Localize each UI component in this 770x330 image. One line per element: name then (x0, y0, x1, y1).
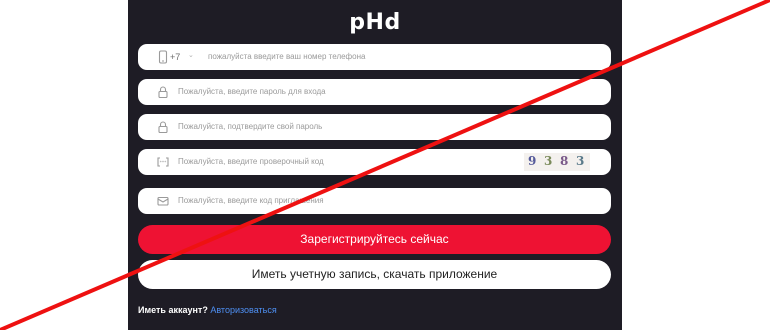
login-link[interactable]: Авторизоваться (210, 305, 276, 315)
code-brackets-icon: *** (156, 155, 170, 169)
phone-input[interactable]: пожалуйста введите ваш номер телефона (208, 44, 365, 70)
invite-code-field[interactable]: Пожалуйста, введите код приглашения (138, 188, 611, 214)
verify-code-input[interactable]: Пожалуйста, введите проверочный код (178, 149, 324, 175)
envelope-icon (156, 194, 170, 208)
captcha-digit: 9 (528, 154, 537, 168)
captcha-digit: 3 (544, 154, 553, 168)
register-panel: pHd +7 ⌄ пожалуйста введите ваш номер те… (128, 0, 622, 330)
verify-code-field[interactable]: *** Пожалуйста, введите проверочный код … (138, 149, 611, 175)
password-input[interactable]: Пожалуйста, введите пароль для входа (178, 79, 326, 105)
lock-icon (156, 85, 170, 99)
captcha-digit: 3 (576, 154, 585, 168)
phone-icon (156, 50, 170, 64)
register-button[interactable]: Зарегистрируйтесь сейчас (138, 225, 611, 254)
password-field[interactable]: Пожалуйста, введите пароль для входа (138, 79, 611, 105)
svg-text:***: *** (160, 160, 168, 166)
country-code-select[interactable]: +7 (170, 44, 180, 70)
confirm-password-field[interactable]: Пожалуйста, подтвердите свой пароль (138, 114, 611, 140)
lock-icon (156, 120, 170, 134)
phone-field[interactable]: +7 ⌄ пожалуйста введите ваш номер телефо… (138, 44, 611, 70)
brand-logo: pHd (349, 10, 401, 35)
login-prompt-text: Иметь аккаунт? (138, 305, 208, 315)
login-prompt: Иметь аккаунт? Авторизоваться (138, 305, 277, 315)
captcha-digit: 8 (560, 154, 569, 168)
captcha-image[interactable]: 9 3 8 3 (524, 153, 590, 171)
confirm-password-input[interactable]: Пожалуйста, подтвердите свой пароль (178, 114, 322, 140)
download-app-button[interactable]: Иметь учетную запись, скачать приложение (138, 260, 611, 289)
chevron-down-icon: ⌄ (188, 52, 194, 59)
invite-code-input[interactable]: Пожалуйста, введите код приглашения (178, 188, 324, 214)
